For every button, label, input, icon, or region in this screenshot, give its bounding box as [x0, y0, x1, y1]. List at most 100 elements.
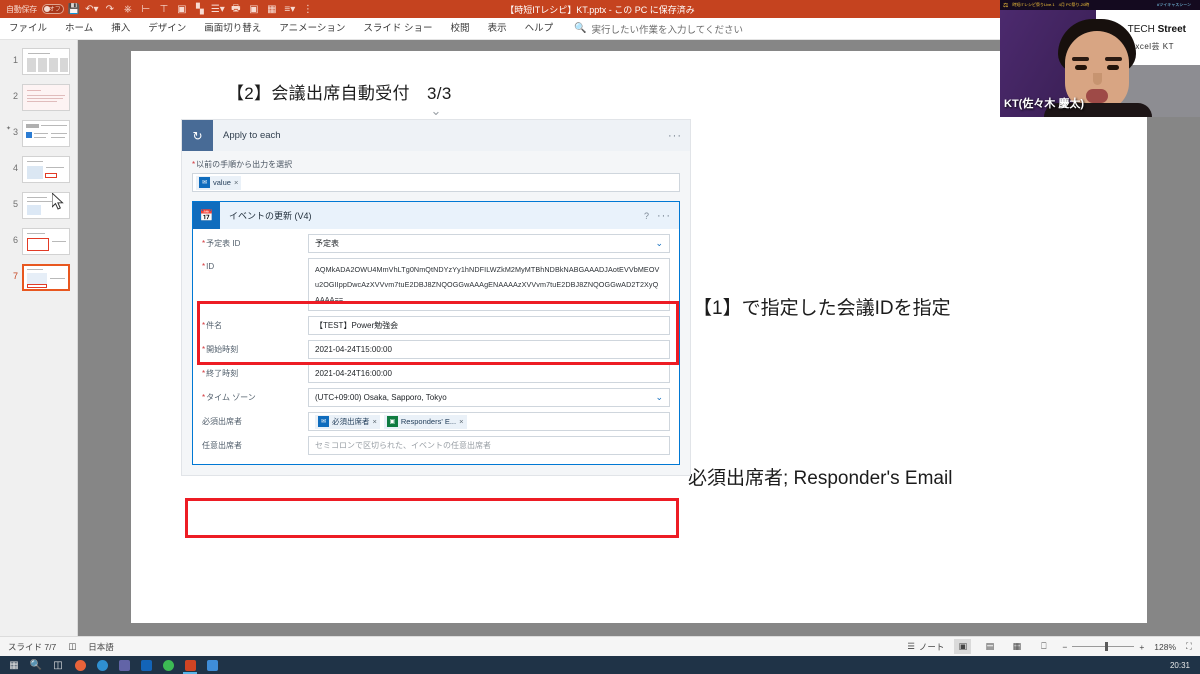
- chevron-down-icon[interactable]: ⌄: [655, 238, 663, 249]
- chart-icon[interactable]: ▚: [192, 1, 208, 17]
- chevron-down-icon[interactable]: ⌄: [655, 392, 663, 403]
- zoom-level-label[interactable]: 128%: [1154, 642, 1176, 652]
- app-window-icon[interactable]: [202, 657, 222, 674]
- reading-view-button[interactable]: ▦: [1008, 639, 1025, 654]
- slide-sorter-view-button[interactable]: ▤: [981, 639, 998, 654]
- tab-home[interactable]: ホーム: [56, 18, 102, 40]
- nose: [1093, 73, 1102, 85]
- slide-title: 【2】会議出席自動受付 3/3: [227, 84, 452, 103]
- text-direction-icon[interactable]: ⊤: [156, 1, 172, 17]
- undo-icon[interactable]: ↶▾: [84, 1, 100, 17]
- token-remove-icon[interactable]: ×: [373, 417, 377, 426]
- zoom-in-button[interactable]: +: [1139, 642, 1144, 652]
- slide-thumbnail-6[interactable]: [22, 228, 70, 255]
- picture-icon[interactable]: ▣: [174, 1, 190, 17]
- customize-icon[interactable]: ⋮: [300, 1, 316, 17]
- tab-transitions[interactable]: 画面切り替え: [195, 18, 270, 40]
- loop-icon: ↻: [182, 120, 213, 151]
- slide-thumbnail-2[interactable]: [22, 84, 70, 111]
- thumbnail-item[interactable]: 6: [0, 228, 77, 255]
- thumbnail-item[interactable]: 5: [0, 192, 77, 219]
- slide-thumbnail-7[interactable]: [22, 264, 70, 291]
- power-automate-flow-image: ⌄ ↻ Apply to each ··· *以前の手順から出力を選択 ✉ va…: [181, 104, 691, 538]
- tab-file[interactable]: ファイル: [0, 18, 56, 40]
- start-time-label-text: 開始時刻: [206, 345, 239, 354]
- teams-icon[interactable]: [114, 657, 134, 674]
- token-value[interactable]: ✉ value ×: [196, 175, 242, 190]
- end-time-input[interactable]: 2021-04-24T16:00:00: [308, 364, 670, 383]
- token-label: 必須出席者: [332, 417, 370, 426]
- tell-me-search[interactable]: 🔍 実行したい作業を入力してください: [574, 22, 743, 36]
- thumbnail-item[interactable]: 1: [0, 48, 77, 75]
- slide-thumbnail-panel[interactable]: 1 2 ✦ 3 4 5 6 7: [0, 40, 78, 636]
- save-icon[interactable]: 💾: [66, 1, 82, 17]
- token-responders-email[interactable]: ▣ Responders' E... ×: [383, 414, 467, 429]
- required-attendees-label: 必須出席者: [202, 417, 242, 426]
- accessibility-icon[interactable]: ◫: [68, 641, 76, 652]
- tab-review[interactable]: 校閲: [442, 18, 479, 40]
- list-icon[interactable]: ☰▾: [210, 1, 226, 17]
- slide-thumbnail-4[interactable]: [22, 156, 70, 183]
- slide-thumbnail-3[interactable]: [22, 120, 70, 147]
- apply-to-each-header[interactable]: ↻ Apply to each ···: [182, 120, 690, 151]
- task-view-icon[interactable]: ◫: [48, 657, 68, 674]
- tab-view[interactable]: 表示: [479, 18, 516, 40]
- zoom-slider[interactable]: − +: [1062, 642, 1144, 652]
- slide-number: 6: [12, 235, 18, 245]
- tab-design[interactable]: デザイン: [139, 18, 195, 40]
- print-icon[interactable]: 🖶: [228, 1, 244, 17]
- edge-icon[interactable]: [92, 657, 112, 674]
- thumbnail-item[interactable]: 4: [0, 156, 77, 183]
- slideshow-view-button[interactable]: ⎕: [1035, 639, 1052, 654]
- start-slideshow-icon[interactable]: ⎈: [120, 1, 136, 17]
- chrome-icon[interactable]: [70, 657, 90, 674]
- slide-number: 2: [12, 91, 18, 101]
- zoom-track[interactable]: [1072, 642, 1135, 651]
- required-attendees-field[interactable]: ✉ 必須出席者 × ▣ Responders' E... ×: [308, 412, 670, 431]
- tab-help[interactable]: ヘルプ: [516, 18, 563, 40]
- start-time-input[interactable]: 2021-04-24T15:00:00: [308, 340, 670, 359]
- powerpoint-icon[interactable]: [180, 657, 200, 674]
- outlook-icon[interactable]: [136, 657, 156, 674]
- token-remove-icon[interactable]: ×: [234, 178, 238, 187]
- thumbnail-item[interactable]: 2: [0, 84, 77, 111]
- update-event-header[interactable]: 📅 イベントの更新 (V4) ? ···: [193, 202, 679, 229]
- calendar-id-dropdown[interactable]: 予定表 ⌄: [308, 234, 670, 253]
- autosave-toggle[interactable]: オフ: [41, 4, 64, 14]
- select-output-field[interactable]: ✉ value ×: [192, 173, 680, 192]
- fit-slide-to-window-icon[interactable]: ⛶: [1186, 641, 1192, 652]
- update-event-menu-button[interactable]: ···: [657, 210, 679, 222]
- slide-7[interactable]: 【2】会議出席自動受付 3/3 【1】で指定した会議IDを指定 必須出席者; R…: [131, 51, 1147, 623]
- apply-to-each-menu-button[interactable]: ···: [668, 130, 690, 142]
- search-icon[interactable]: 🔍: [26, 657, 46, 674]
- token-remove-icon[interactable]: ×: [459, 417, 463, 426]
- shapes-icon[interactable]: ▦: [264, 1, 280, 17]
- zoom-knob[interactable]: [1105, 642, 1109, 651]
- start-button[interactable]: ▦: [4, 657, 24, 674]
- zoom-out-button[interactable]: −: [1062, 642, 1067, 652]
- tab-slideshow[interactable]: スライド ショー: [354, 18, 441, 40]
- update-event-card[interactable]: 📅 イベントの更新 (V4) ? ··· *予定表 ID 予定表 ⌄ *ID A…: [192, 201, 680, 465]
- help-icon[interactable]: ?: [644, 211, 657, 221]
- numbering-icon[interactable]: ≡▾: [282, 1, 298, 17]
- thumbnail-item[interactable]: 7: [0, 264, 77, 291]
- tab-insert[interactable]: 挿入: [102, 18, 139, 40]
- language-indicator[interactable]: 日本語: [88, 641, 114, 653]
- token-required-attendees[interactable]: ✉ 必須出席者 ×: [315, 414, 380, 429]
- align-icon[interactable]: ⊢: [138, 1, 154, 17]
- optional-attendees-input[interactable]: セミコロンで区切られた、イベントの任意出席者: [308, 436, 670, 455]
- slide-thumbnail-1[interactable]: [22, 48, 70, 75]
- taskbar-clock[interactable]: 20:31: [1170, 661, 1196, 670]
- subject-input[interactable]: 【TEST】Power勉強会: [308, 316, 670, 335]
- normal-view-button[interactable]: ▣: [954, 639, 972, 654]
- redo-icon[interactable]: ↷: [102, 1, 118, 17]
- notes-button[interactable]: ☰ ノート: [907, 641, 944, 653]
- thumbnail-item[interactable]: 3: [0, 120, 77, 147]
- id-value-field[interactable]: AQMkADA2OWU4MmVhLTg0NmQtNDYzYy1hNDFILWZk…: [308, 258, 670, 311]
- text-box-icon[interactable]: ▣: [246, 1, 262, 17]
- timezone-dropdown[interactable]: (UTC+09:00) Osaka, Sapporo, Tokyo ⌄: [308, 388, 670, 407]
- chrome-alt-icon[interactable]: [158, 657, 178, 674]
- tab-animations[interactable]: アニメーション: [270, 18, 354, 40]
- apply-to-each-card[interactable]: ↻ Apply to each ··· *以前の手順から出力を選択 ✉ valu…: [181, 119, 691, 476]
- required-asterisk: *: [202, 321, 206, 330]
